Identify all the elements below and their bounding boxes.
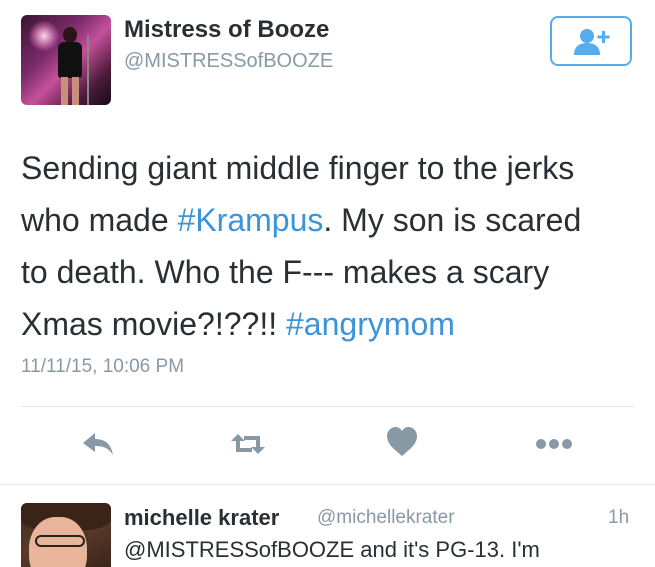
retweet-icon bbox=[231, 434, 265, 454]
tweet-text-segment: . My son is scared bbox=[323, 202, 582, 238]
author-avatar[interactable] bbox=[21, 15, 111, 105]
reply-author-display-name[interactable]: michelle krater bbox=[124, 505, 279, 531]
reply-author-screen-name[interactable]: @michellekrater bbox=[317, 507, 455, 529]
hashtag-link-angrymom[interactable]: #angrymom bbox=[286, 306, 455, 342]
like-button[interactable] bbox=[384, 424, 424, 464]
avatar-figure-body bbox=[58, 42, 82, 78]
tweet-text-line: who made #Krampus. My son is scared bbox=[21, 194, 641, 246]
tweet-text-segment: Sending giant middle finger to the jerks bbox=[21, 150, 575, 186]
heart-icon bbox=[387, 427, 417, 456]
author-screen-name[interactable]: @MISTRESSofBOOZE bbox=[124, 50, 333, 73]
tweet-text-line: Sending giant middle finger to the jerks bbox=[21, 142, 641, 194]
avatar-glasses bbox=[35, 535, 85, 547]
add-user-icon bbox=[574, 29, 610, 55]
tweet-text-segment: who made bbox=[21, 202, 178, 238]
tweet-text: Sending giant middle finger to the jerks… bbox=[21, 142, 641, 350]
reply-author-avatar[interactable] bbox=[21, 503, 111, 567]
more-dots-icon bbox=[536, 439, 572, 449]
reply-text: @MISTRESSofBOOZE and it's PG-13. I'm bbox=[124, 537, 540, 562]
avatar-figure-head bbox=[63, 27, 77, 43]
reply-arrow-icon bbox=[83, 433, 113, 455]
divider bbox=[21, 406, 634, 407]
hashtag-link-krampus[interactable]: #Krampus bbox=[178, 202, 324, 238]
more-options-button[interactable] bbox=[534, 424, 574, 464]
section-separator bbox=[0, 484, 655, 485]
tweet-timestamp: 11/11/15, 10:06 PM bbox=[21, 356, 185, 377]
retweet-button[interactable] bbox=[228, 424, 268, 464]
tweet-text-segment: to death. Who the F--- makes a scary bbox=[21, 254, 550, 290]
avatar-figure-legs bbox=[61, 77, 79, 105]
reply-timestamp: 1h bbox=[608, 507, 630, 528]
tweet-detail-view: Mistress of Booze @MISTRESSofBOOZE Sendi… bbox=[0, 0, 655, 567]
tweet-text-line: Xmas movie?!??!! #angrymom bbox=[21, 298, 641, 350]
reply-button[interactable] bbox=[78, 424, 118, 464]
tweet-text-segment: Xmas movie?!??!! bbox=[21, 306, 286, 342]
avatar-mic-stand bbox=[87, 35, 89, 105]
tweet-text-line: to death. Who the F--- makes a scary bbox=[21, 246, 641, 298]
stage-light bbox=[29, 21, 59, 51]
author-display-name[interactable]: Mistress of Booze bbox=[124, 16, 329, 44]
follow-button[interactable] bbox=[550, 16, 632, 66]
